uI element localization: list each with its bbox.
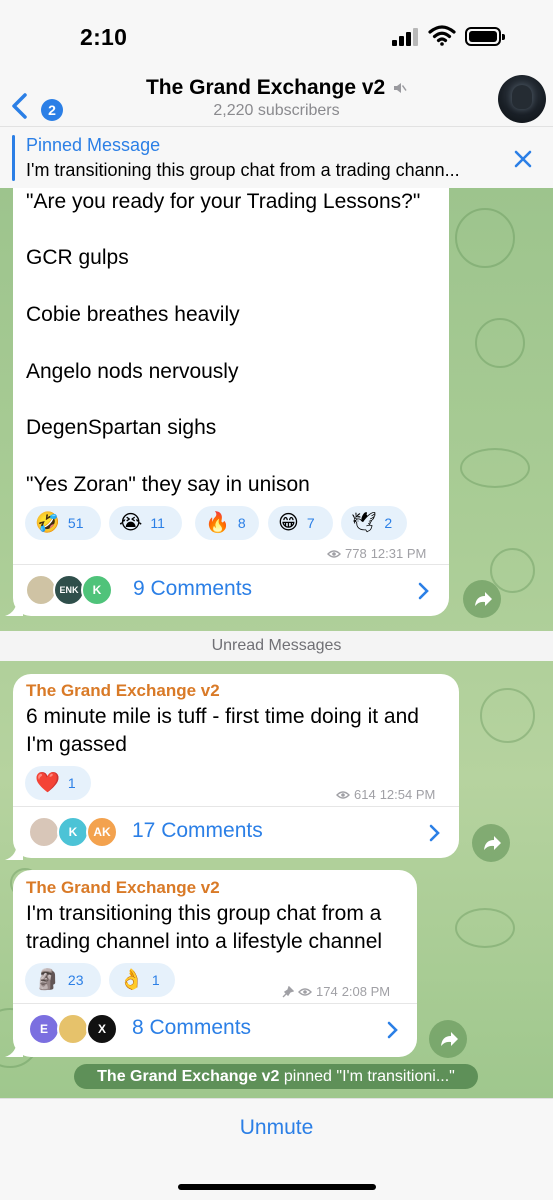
channel-name: The Grand Exchange v2 <box>145 76 386 99</box>
wifi-icon <box>428 25 456 46</box>
message-line: "Yes Zoran" they say in unison <box>26 473 310 496</box>
commenter-avatar <box>57 1013 89 1045</box>
reaction-emoji: 😁 <box>278 512 299 534</box>
home-indicator <box>178 1184 376 1190</box>
channel-avatar[interactable] <box>498 75 546 123</box>
chevron-right-icon <box>387 1021 398 1039</box>
reaction-chip[interactable]: 🤣 51 <box>25 506 101 540</box>
message-line: Cobie breathes heavily <box>26 303 240 326</box>
view-count: 174 <box>316 984 338 999</box>
status-bar: 2:10 <box>0 0 553 70</box>
commenter-avatar: K <box>81 574 113 606</box>
reaction-emoji: ❤️ <box>35 772 60 794</box>
comments-row[interactable]: ENK K 9 Comments <box>13 565 449 616</box>
pinned-service-message[interactable]: The Grand Exchange v2 pinned "I'm transi… <box>74 1064 478 1089</box>
reaction-emoji: 🗿 <box>35 969 60 991</box>
pin-icon <box>282 985 294 997</box>
share-button[interactable] <box>463 580 501 618</box>
reaction-chip[interactable]: 👌 1 <box>109 963 175 997</box>
subscriber-count: 2,220 subscribers <box>213 102 340 119</box>
views-eye-icon <box>336 790 350 799</box>
commenter-avatar: X <box>86 1013 118 1045</box>
message-sender[interactable]: The Grand Exchange v2 <box>26 681 220 701</box>
chevron-right-icon <box>418 582 429 600</box>
comments-link: 17 Comments <box>132 819 263 842</box>
message-line: Angelo nods nervously <box>26 360 239 383</box>
message-meta: 614 12:54 PM <box>336 787 435 802</box>
reaction-chip[interactable]: 😭 11 <box>109 506 182 540</box>
share-arrow-icon <box>441 1032 458 1046</box>
reaction-count: 1 <box>67 775 76 791</box>
reaction-emoji: 👌 <box>119 969 144 991</box>
message-time: 12:54 PM <box>379 787 436 802</box>
message-line: I'm transitioning this group chat from a <box>26 902 382 925</box>
message-time: 12:31 PM <box>370 546 427 561</box>
share-button[interactable] <box>472 824 510 862</box>
reaction-chip[interactable]: 🕊 2 <box>341 506 407 540</box>
commenter-avatar <box>28 816 60 848</box>
comments-link: 9 Comments <box>133 577 253 600</box>
reaction-chip[interactable]: 🔥 8 <box>195 506 259 540</box>
comments-row[interactable]: E X 8 Comments <box>13 1004 417 1056</box>
bottom-bar: Unmute <box>0 1098 553 1200</box>
cellular-signal-icon <box>392 28 420 46</box>
pinned-message-bar[interactable]: Pinned Message I'm transitioning this gr… <box>0 126 553 188</box>
message-line: DegenSpartan sighs <box>26 416 217 439</box>
service-actor: The Grand Exchange v2 <box>97 1068 280 1085</box>
share-arrow-icon <box>475 592 492 606</box>
share-button[interactable] <box>429 1020 467 1058</box>
reaction-count: 7 <box>306 515 315 531</box>
reaction-chip[interactable]: 😁 7 <box>268 506 333 540</box>
chevron-right-icon <box>429 824 440 842</box>
commenter-avatar: K <box>57 816 89 848</box>
reaction-count: 23 <box>67 972 84 988</box>
pinned-text: I'm transitioning this group chat from a… <box>26 160 460 180</box>
reaction-emoji: 🤣 <box>35 512 60 534</box>
reaction-count: 51 <box>67 515 84 531</box>
reaction-chip[interactable]: 🗿 23 <box>25 963 101 997</box>
unread-messages-divider: Unread Messages <box>0 631 553 661</box>
muted-speaker-icon <box>394 83 407 94</box>
message-time: 2:08 PM <box>341 984 391 999</box>
chat-header: 2 The Grand Exchange v2 2,220 subscriber… <box>0 70 553 126</box>
message-line: trading channel into a lifestyle channel <box>26 930 383 953</box>
reaction-emoji: 🕊 <box>351 512 377 534</box>
message-meta: 778 12:31 PM <box>327 546 426 561</box>
reaction-chip[interactable]: ❤️ 1 <box>25 766 91 800</box>
message-sender[interactable]: The Grand Exchange v2 <box>26 878 220 898</box>
service-text: pinned "I'm transitioni..." <box>283 1068 455 1085</box>
commenter-avatar: E <box>28 1013 60 1045</box>
battery-icon <box>465 27 505 46</box>
message-line: I'm gassed <box>26 733 127 756</box>
message-line: 6 minute mile is tuff - first time doing… <box>26 705 419 728</box>
chat-area[interactable]: "Are you ready for your Trading Lessons?… <box>0 188 553 1098</box>
comments-row[interactable]: K AK 17 Comments <box>13 807 459 858</box>
reaction-count: 2 <box>384 515 393 531</box>
view-count: 778 <box>345 546 367 561</box>
close-icon[interactable] <box>512 148 534 170</box>
views-eye-icon <box>327 549 341 558</box>
comments-link: 8 Comments <box>132 1016 252 1039</box>
reaction-count: 1 <box>151 972 160 988</box>
reaction-emoji: 😭 <box>119 512 143 534</box>
commenter-avatar: AK <box>86 816 118 848</box>
message-line: GCR gulps <box>26 246 129 269</box>
reaction-count: 8 <box>237 515 246 531</box>
message-line: "Are you ready for your Trading Lessons?… <box>26 190 421 213</box>
reaction-count: 11 <box>150 515 165 531</box>
channel-title[interactable]: The Grand Exchange v2 <box>0 76 553 100</box>
pinned-title: Pinned Message <box>26 135 161 155</box>
message-meta: 174 2:08 PM <box>282 984 390 999</box>
views-eye-icon <box>298 987 312 996</box>
share-arrow-icon <box>484 836 501 850</box>
status-time: 2:10 <box>80 24 128 50</box>
view-count: 614 <box>354 787 376 802</box>
reaction-emoji: 🔥 <box>205 512 230 534</box>
unmute-button[interactable]: Unmute <box>0 1116 553 1140</box>
pinned-indicator-bar <box>12 135 15 181</box>
